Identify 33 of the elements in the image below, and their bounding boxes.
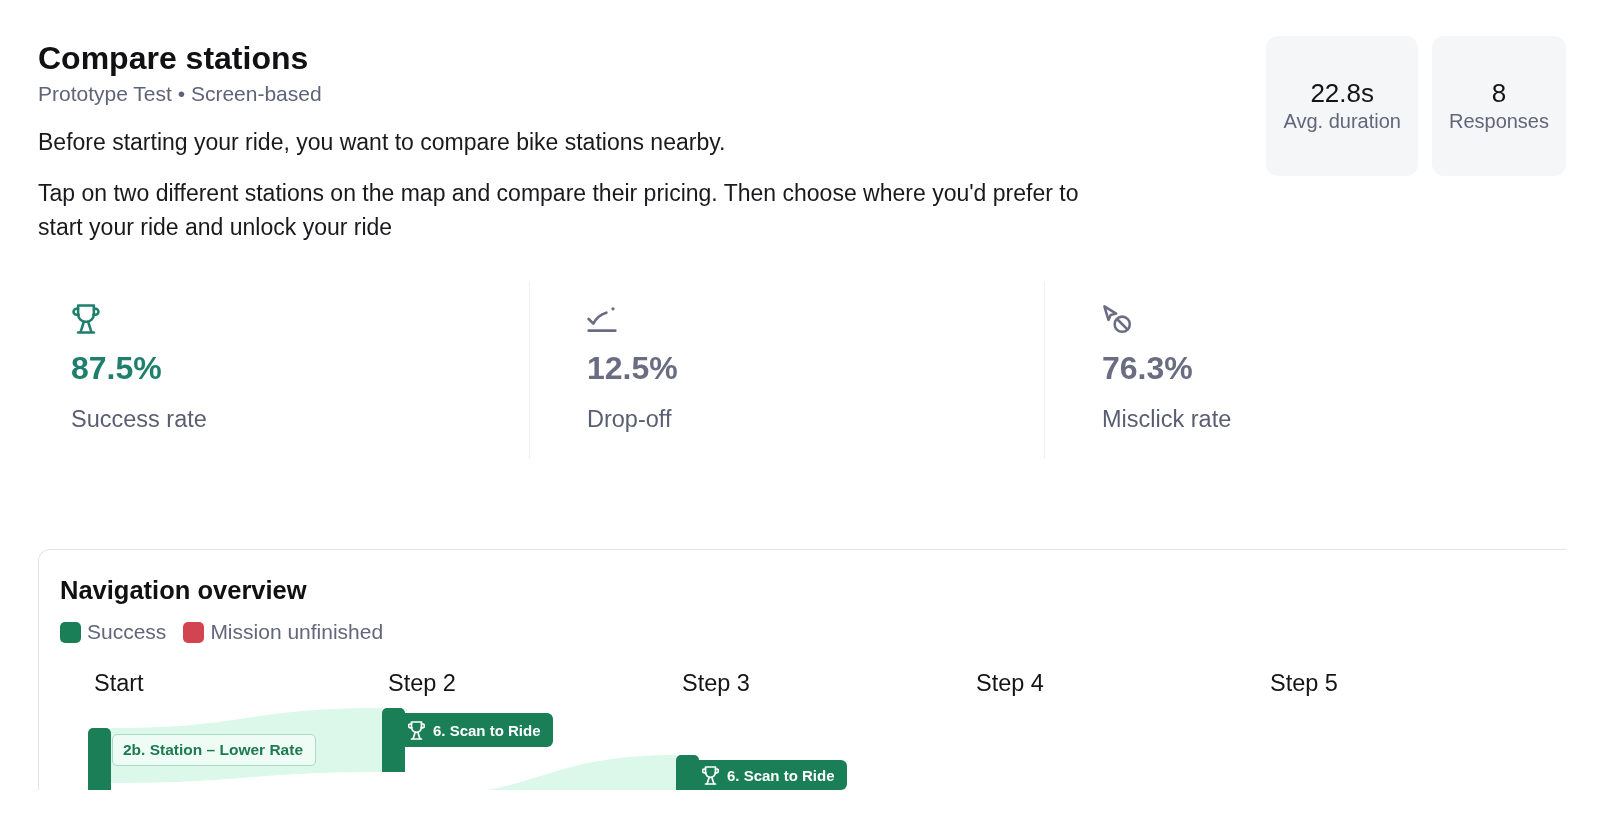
cursor-blocked-icon: [1102, 304, 1132, 334]
legend-label: Success: [87, 619, 167, 645]
stat-label: Responses: [1448, 109, 1549, 134]
legend-label: Mission unfinished: [210, 619, 384, 645]
stat-value: 8: [1491, 78, 1507, 108]
trophy-icon: [702, 765, 719, 785]
node-bar[interactable]: [382, 708, 405, 772]
trophy-icon: [71, 304, 101, 334]
metric-value: 87.5%: [71, 349, 162, 388]
step-label: Step 5: [1270, 670, 1338, 696]
metric-label: Drop-off: [587, 405, 672, 433]
step-label: Step 2: [388, 670, 456, 696]
screen-label[interactable]: 2b. Station – Lower Rate: [112, 734, 316, 766]
step-label: Step 4: [976, 670, 1044, 696]
page-title: Compare stations: [38, 39, 309, 77]
test-type-subtitle: Prototype Test • Screen-based: [38, 81, 322, 107]
success-badge[interactable]: 6. Scan to Ride: [405, 713, 553, 747]
section-title: Navigation overview: [60, 575, 307, 605]
success-badge[interactable]: 6. Scan to Ride: [699, 760, 847, 790]
node-bar[interactable]: [88, 728, 111, 790]
tick-curve-icon: [587, 304, 617, 334]
metric-label: Misclick rate: [1102, 405, 1232, 433]
metric-value: 76.3%: [1102, 349, 1193, 388]
step-label: Step 3: [682, 670, 750, 696]
step-label: Start: [94, 670, 144, 696]
stat-value: 22.8s: [1310, 78, 1374, 108]
metric-label: Success rate: [71, 405, 207, 433]
task-description: Tap on two different stations on the map and compare their pricing. Then choose where you'd prefer to start your ride and unlock your ride: [38, 179, 1080, 242]
trophy-icon: [408, 720, 425, 740]
metric-value: 12.5%: [587, 349, 678, 388]
node-bar[interactable]: [676, 755, 699, 790]
stat-label: Avg. duration: [1283, 109, 1401, 134]
task-description: Before starting your ride, you want to compare bike stations nearby.: [38, 128, 726, 157]
